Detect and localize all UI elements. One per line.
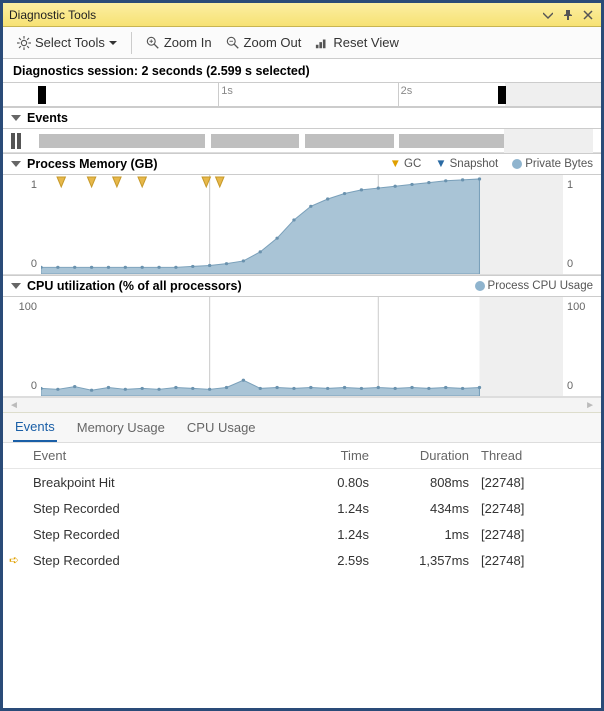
table-row[interactable]: Step Recorded1.24s434ms[22748] <box>3 495 601 521</box>
legend-snapshot: ▼Snapshot <box>435 158 498 170</box>
horizontal-scrollbar[interactable]: ◄ ► <box>3 397 601 413</box>
close-icon[interactable] <box>581 8 595 22</box>
cell-event: Breakpoint Hit <box>27 475 275 490</box>
selection-start-handle[interactable] <box>38 86 46 104</box>
pause-button[interactable] <box>11 133 27 149</box>
detail-tabs: Events Memory Usage CPU Usage <box>3 413 601 443</box>
cell-thread: [22748] <box>475 527 585 542</box>
col-duration[interactable]: Duration <box>375 448 475 463</box>
cell-duration: 1,357ms <box>375 553 475 568</box>
scroll-left-icon[interactable]: ◄ <box>9 400 19 411</box>
events-section-title: Events <box>27 111 68 125</box>
legend-gc: ▼GC <box>390 158 422 170</box>
zoom-in-label: Zoom In <box>164 35 212 50</box>
cell-thread: [22748] <box>475 475 585 490</box>
reset-view-button[interactable]: Reset View <box>309 33 405 52</box>
memory-chart: 10 10 <box>3 175 601 275</box>
cell-duration: 1ms <box>375 527 475 542</box>
gear-icon <box>17 36 31 50</box>
cell-event: Step Recorded <box>27 553 275 568</box>
cell-time: 2.59s <box>275 553 375 568</box>
zoom-in-icon <box>146 36 160 50</box>
events-section-header: Events <box>3 107 601 129</box>
window-title: Diagnostic Tools <box>9 8 96 22</box>
titlebar: Diagnostic Tools <box>3 3 601 27</box>
legend-private: Private Bytes <box>512 158 593 170</box>
memory-section-header: Process Memory (GB) ▼GC ▼Snapshot Private … <box>3 153 601 175</box>
window-menu-icon[interactable] <box>541 8 555 22</box>
collapse-events-icon[interactable] <box>11 115 21 121</box>
zoom-out-icon <box>226 36 240 50</box>
collapse-cpu-icon[interactable] <box>11 283 21 289</box>
table-row[interactable]: ➪Step Recorded2.59s1,357ms[22748] <box>3 547 601 573</box>
select-tools-label: Select Tools <box>35 35 105 50</box>
toolbar: Select Tools Zoom In Zoom Out Reset View <box>3 27 601 59</box>
col-event[interactable]: Event <box>27 448 275 463</box>
current-row-icon: ➪ <box>3 553 27 567</box>
cell-duration: 434ms <box>375 501 475 516</box>
reset-view-icon <box>315 36 329 50</box>
tab-events[interactable]: Events <box>13 413 57 442</box>
session-label: Diagnostics session: 2 seconds (2.599 s … <box>13 64 310 78</box>
legend-process: Process CPU Usage <box>475 280 593 292</box>
table-row[interactable]: Step Recorded1.24s1ms[22748] <box>3 521 601 547</box>
cpu-y-axis-right: 1000 <box>563 297 601 396</box>
cpu-y-axis-left: 1000 <box>3 297 41 396</box>
session-info: Diagnostics session: 2 seconds (2.599 s … <box>3 59 601 83</box>
series-dot-icon <box>475 281 485 291</box>
cell-event: Step Recorded <box>27 501 275 516</box>
cell-time: 0.80s <box>275 475 375 490</box>
zoom-in-button[interactable]: Zoom In <box>140 33 218 52</box>
tab-cpu-usage[interactable]: CPU Usage <box>185 414 258 441</box>
memory-section-title: Process Memory (GB) <box>27 157 158 171</box>
cell-event: Step Recorded <box>27 527 275 542</box>
zoom-out-label: Zoom Out <box>244 35 302 50</box>
timeline-ruler[interactable]: 1s 2s <box>3 83 601 107</box>
cell-thread: [22748] <box>475 553 585 568</box>
series-dot-icon <box>512 159 522 169</box>
cell-thread: [22748] <box>475 501 585 516</box>
reset-view-label: Reset View <box>333 35 399 50</box>
timeline-tick: 2s <box>398 83 413 106</box>
cell-duration: 808ms <box>375 475 475 490</box>
memory-y-axis-left: 10 <box>3 175 41 274</box>
timeline-tick: 1s <box>218 83 233 106</box>
events-track <box>3 129 601 153</box>
snapshot-icon: ▼ <box>435 158 446 170</box>
scroll-right-icon[interactable]: ► <box>585 400 595 411</box>
zoom-out-button[interactable]: Zoom Out <box>220 33 308 52</box>
pin-icon[interactable] <box>561 8 575 22</box>
cpu-section-header: CPU utilization (% of all processors) Pr… <box>3 275 601 297</box>
select-tools-button[interactable]: Select Tools <box>11 33 123 52</box>
memory-y-axis-right: 10 <box>563 175 601 274</box>
col-time[interactable]: Time <box>275 448 375 463</box>
selection-end-handle[interactable] <box>498 86 506 104</box>
cpu-chart: 1000 1000 <box>3 297 601 397</box>
cpu-section-title: CPU utilization (% of all processors) <box>27 279 242 293</box>
tab-memory-usage[interactable]: Memory Usage <box>75 414 167 441</box>
col-thread[interactable]: Thread <box>475 448 585 463</box>
cell-time: 1.24s <box>275 501 375 516</box>
table-row[interactable]: Breakpoint Hit0.80s808ms[22748] <box>3 469 601 495</box>
gc-icon: ▼ <box>390 158 401 170</box>
grid-header: Event Time Duration Thread <box>3 443 601 469</box>
diagnostics-window: Diagnostic Tools Select Tools Zoom In <box>0 0 604 711</box>
cell-time: 1.24s <box>275 527 375 542</box>
chevron-down-icon <box>109 39 117 47</box>
events-grid: Event Time Duration Thread Breakpoint Hi… <box>3 443 601 708</box>
collapse-memory-icon[interactable] <box>11 161 21 167</box>
